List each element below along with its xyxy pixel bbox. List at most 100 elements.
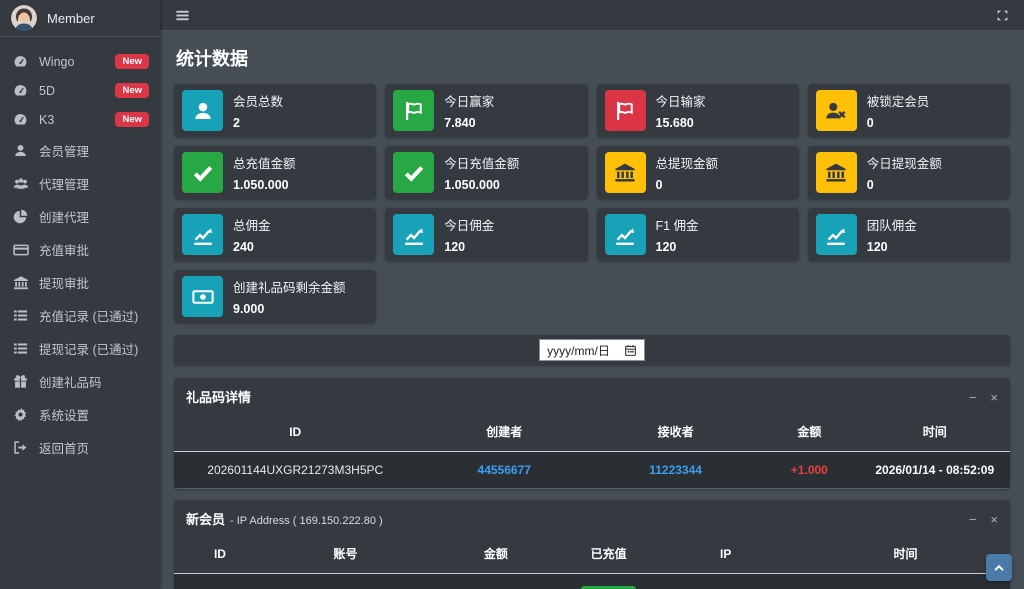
hamburger-icon[interactable] (175, 8, 190, 23)
minimize-icon[interactable]: − (969, 513, 977, 526)
date-input[interactable]: yyyy/mm/日 (539, 339, 645, 361)
time-cell: 2026/01/14 - 08:52:09 (859, 452, 1010, 489)
stat-value: 120 (444, 240, 494, 254)
main-area: 统计数据 会员总数2 今日赢家7.840 今日输家15.680 被锁定会员0 总 (160, 0, 1024, 589)
stat-value: 15.680 (656, 116, 706, 130)
sidebar-item-recharge-records[interactable]: 充值记录 (已通过) (0, 299, 160, 332)
stat-card-total-withdraw: 总提现金额0 (597, 146, 799, 199)
stat-card-today-winners: 今日赢家7.840 (385, 84, 587, 137)
stat-label: 被锁定会员 (867, 91, 930, 110)
sidebar: Member Wingo New 5D New K3 New 会员管理 代理管理… (0, 0, 160, 589)
amount-cell: +1.000 (759, 452, 859, 489)
recharged-cell: success (567, 574, 651, 589)
giftcode-id-cell: 202601144UXGR21273M3H5PC (174, 452, 416, 489)
gear-icon (11, 407, 30, 422)
sidebar-item-label: 5D (39, 84, 55, 98)
chart-line-icon (393, 214, 434, 255)
user-avatar (11, 5, 37, 31)
table-row: 202601144UXGR21273M3H5PC 44556677 112233… (174, 452, 1010, 489)
sidebar-item-create-agent[interactable]: 创建代理 (0, 200, 160, 233)
stat-card-giftcode-remaining: 创建礼品码剩余金额9.000 (174, 270, 376, 323)
giftcode-panel: 礼品码详情 − × ID 创建者 接收者 金额 时间 (174, 378, 1010, 489)
panel-title: 礼品码详情 (186, 387, 251, 406)
giftcode-table: ID 创建者 接收者 金额 时间 202601144UXGR21273M3H5P… (174, 413, 1010, 489)
column-header: IP (650, 535, 800, 574)
expand-icon[interactable] (996, 9, 1009, 22)
sidebar-item-agent-management[interactable]: 代理管理 (0, 167, 160, 200)
sidebar-item-back-home[interactable]: 返回首页 (0, 431, 160, 464)
panel-subtitle: - IP Address ( 169.150.222.80 ) (230, 515, 383, 527)
sidebar-item-withdraw-records[interactable]: 提现记录 (已通过) (0, 332, 160, 365)
stat-label: F1 佣金 (656, 215, 699, 234)
flag-icon (605, 90, 646, 131)
sidebar-item-label: 系统设置 (39, 405, 89, 424)
column-header: 时间 (801, 535, 1010, 574)
table-row: 36942 55667788 550.000 success 169.150.2… (174, 574, 1010, 589)
stat-value: 120 (656, 240, 699, 254)
user-x-icon (816, 90, 857, 131)
check-icon (182, 152, 223, 193)
stat-label: 总充值金额 (233, 153, 296, 172)
sidebar-item-wingo[interactable]: Wingo New (0, 47, 160, 76)
sidebar-item-label: 创建礼品码 (39, 372, 102, 391)
sidebar-item-label: 会员管理 (39, 141, 89, 160)
bank-icon (605, 152, 646, 193)
receiver-link[interactable]: 11223344 (592, 452, 759, 489)
money-bill-icon (182, 276, 223, 317)
member-id-cell: 36942 (174, 574, 266, 589)
tachometer-icon (11, 83, 30, 98)
column-header: 金额 (759, 413, 859, 452)
stat-card-f1-commission: F1 佣金 120 (597, 208, 799, 261)
stat-card-today-commission: 今日佣金120 (385, 208, 587, 261)
stat-value: 0 (867, 116, 930, 130)
minimize-icon[interactable]: − (969, 391, 977, 404)
stat-label: 今日输家 (656, 91, 706, 110)
check-icon (393, 152, 434, 193)
sidebar-item-create-giftcode[interactable]: 创建礼品码 (0, 365, 160, 398)
ip-cell: 169.150.222.77 (650, 574, 800, 589)
stat-value: 120 (867, 240, 917, 254)
chart-line-icon (605, 214, 646, 255)
stat-label: 今日充值金额 (444, 153, 519, 172)
user-name: Member (47, 11, 95, 26)
credit-card-icon (11, 242, 30, 258)
new-members-table: ID 账号 金额 已充值 IP 时间 36942 55667788 550.00… (174, 535, 1010, 589)
close-icon[interactable]: × (990, 513, 998, 526)
sidebar-item-withdraw-approval[interactable]: 提现审批 (0, 266, 160, 299)
stat-label: 总提现金额 (656, 153, 719, 172)
stat-card-today-recharge: 今日充值金额 1.050.000 (385, 146, 587, 199)
sidebar-item-member-management[interactable]: 会员管理 (0, 134, 160, 167)
sidebar-item-5d[interactable]: 5D New (0, 76, 160, 105)
content: 统计数据 会员总数2 今日赢家7.840 今日输家15.680 被锁定会员0 总 (160, 31, 1024, 589)
stat-value: 1.050.000 (444, 178, 519, 192)
account-link[interactable]: 55667788 (266, 574, 425, 589)
pie-chart-icon (11, 209, 30, 224)
sidebar-item-recharge-approval[interactable]: 充值审批 (0, 233, 160, 266)
column-header: 接收者 (592, 413, 759, 452)
stat-value: 240 (233, 240, 271, 254)
list-icon (11, 308, 30, 323)
calendar-icon[interactable] (624, 344, 637, 357)
amount-cell: 550.000 (425, 574, 567, 589)
close-icon[interactable]: × (990, 391, 998, 404)
sidebar-item-label: 充值记录 (已通过) (39, 306, 138, 325)
date-input-value: yyyy/mm/日 (547, 342, 610, 359)
flag-icon (393, 90, 434, 131)
stat-value: 2 (233, 116, 283, 130)
sidebar-item-system-settings[interactable]: 系统设置 (0, 398, 160, 431)
table-header-row: ID 账号 金额 已充值 IP 时间 (174, 535, 1010, 574)
bank-icon (11, 275, 30, 291)
sidebar-item-label: 创建代理 (39, 207, 89, 226)
chart-line-icon (182, 214, 223, 255)
chart-line-icon (816, 214, 857, 255)
table-header-row: ID 创建者 接收者 金额 时间 (174, 413, 1010, 452)
sidebar-user-panel[interactable]: Member (0, 0, 160, 37)
giftcode-panel-header: 礼品码详情 − × (174, 378, 1010, 413)
sidebar-nav: Wingo New 5D New K3 New 会员管理 代理管理 创建代理 充… (0, 37, 160, 464)
scroll-to-top-button[interactable] (986, 554, 1012, 581)
sidebar-item-k3[interactable]: K3 New (0, 105, 160, 134)
stat-card-team-commission: 团队佣金120 (808, 208, 1010, 261)
stat-card-today-withdraw: 今日提现金额0 (808, 146, 1010, 199)
user-icon (182, 90, 223, 131)
creator-link[interactable]: 44556677 (416, 452, 592, 489)
